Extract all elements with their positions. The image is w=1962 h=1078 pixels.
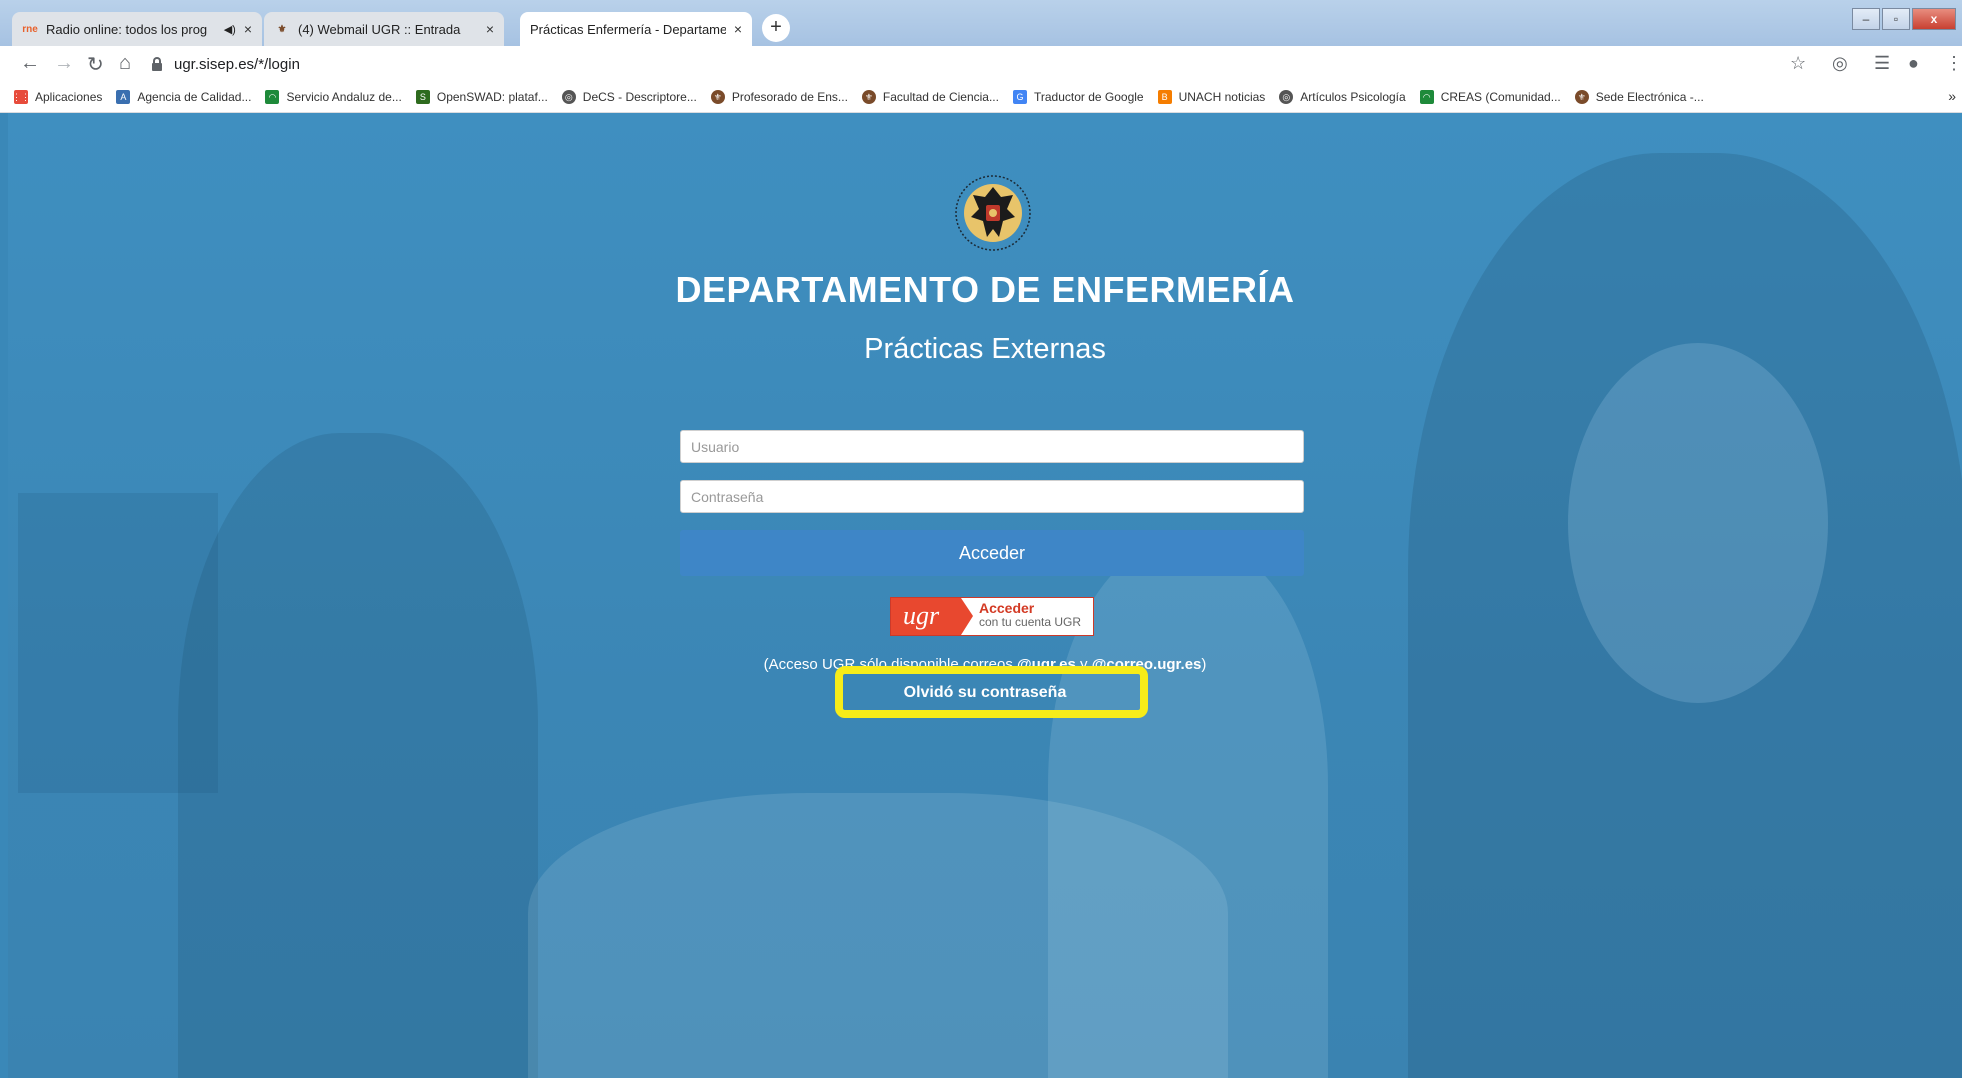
close-icon[interactable]: × <box>486 21 494 37</box>
bookmark-item[interactable]: ⚜ Profesorado de Ens... <box>710 90 848 104</box>
bookmark-item[interactable]: ⋮⋮ Aplicaciones <box>12 90 102 104</box>
nurse-silhouette-left <box>178 433 538 1078</box>
extension-icon[interactable]: ◎ <box>1832 53 1848 74</box>
tab-radio-online[interactable]: rne Radio online: todos los prog ◀︎) × <box>12 12 262 46</box>
bookmark-item[interactable]: ◎ Artículos Psicología <box>1279 90 1406 104</box>
back-arrow-icon[interactable]: ← <box>20 52 40 75</box>
ugr-login-line2: con tu cuenta UGR <box>979 615 1082 629</box>
maximize-icon[interactable]: ▫ <box>1882 8 1910 30</box>
junta-andalucia-icon: ◠ <box>1419 90 1434 104</box>
tab-webmail-ugr[interactable]: ⚜ (4) Webmail UGR :: Entrada × <box>264 12 504 46</box>
ugr-crest-icon: ⚜ <box>710 90 725 104</box>
blogger-icon: B <box>1157 90 1172 104</box>
profile-icon[interactable]: ● <box>1908 53 1919 74</box>
bookmark-item[interactable]: ⚜ Facultad de Ciencia... <box>861 90 999 104</box>
reading-list-icon[interactable]: ☰ <box>1874 53 1890 74</box>
google-translate-icon: G <box>1012 90 1027 104</box>
browser-title-bar: rne Radio online: todos los prog ◀︎) × ⚜… <box>0 0 1962 46</box>
bookmark-item[interactable]: ◠ Servicio Andaluz de... <box>265 90 402 104</box>
tab-title: (4) Webmail UGR :: Entrada <box>298 21 461 37</box>
address-bar[interactable]: ugr.sisep.es/*/login <box>152 51 1782 78</box>
apps-grid-icon: ⋮⋮ <box>12 90 30 104</box>
bookmark-item[interactable]: B UNACH noticias <box>1157 90 1265 104</box>
tab-practicas-enfermeria[interactable]: Prácticas Enfermería - Departame × <box>520 12 752 46</box>
forgot-password-link[interactable]: Olvidó su contraseña <box>8 684 1962 702</box>
patient-bed <box>528 793 1228 1078</box>
close-icon[interactable]: × <box>244 21 252 37</box>
minimize-icon[interactable]: – <box>1852 8 1880 30</box>
bookmark-item[interactable]: ⚜ Sede Electrónica -... <box>1574 90 1704 104</box>
bookmark-item[interactable]: A Agencia de Calidad... <box>116 90 251 104</box>
browser-toolbar: ← → ↻ ⌂ ugr.sisep.es/*/login ☆ ◎ ☰ ● ⋮ <box>0 46 1962 82</box>
bookmarks-bar: ⋮⋮ Aplicaciones A Agencia de Calidad... ◠ S… <box>0 82 1962 113</box>
menu-kebab-icon[interactable]: ⋮ <box>1945 53 1962 74</box>
page-subtitle: Prácticas Externas <box>864 333 1106 365</box>
nurse-face <box>1568 343 1828 703</box>
bookmark-item[interactable]: S OpenSWAD: plataf... <box>415 90 548 104</box>
page-title: DEPARTAMENTO DE ENFERMERÍA <box>675 269 1295 310</box>
swad-icon: S <box>415 90 430 104</box>
globe-icon: ◎ <box>1279 90 1294 104</box>
agency-icon: A <box>116 90 131 104</box>
bookmarks-overflow-button[interactable]: » <box>1948 88 1956 104</box>
forward-arrow-icon[interactable]: → <box>54 52 74 75</box>
ugr-crest-icon: ⚜ <box>277 23 287 35</box>
password-input[interactable] <box>680 480 1304 513</box>
ugr-login-text: Acceder con tu cuenta UGR <box>979 598 1081 635</box>
ugr-logo: ugr <box>891 598 973 635</box>
ugr-access-note: (Acceso UGR sólo disponible correos @ugr… <box>763 656 1207 673</box>
bookmark-item[interactable]: ◠ CREAS (Comunidad... <box>1419 90 1561 104</box>
university-crest-logo <box>955 175 1031 251</box>
ugr-login-line1: Acceder <box>979 600 1035 616</box>
rne-favicon-icon: rne <box>22 23 38 35</box>
ugr-login-button[interactable]: ugr Acceder con tu cuenta UGR <box>890 597 1094 636</box>
login-submit-button[interactable]: Acceder <box>680 530 1304 576</box>
speaker-icon[interactable]: ◀︎) <box>224 23 236 36</box>
ugr-crest-icon: ⚜ <box>861 90 876 104</box>
username-input[interactable] <box>680 430 1304 463</box>
url-text: ugr.sisep.es/*/login <box>174 56 300 73</box>
home-icon[interactable]: ⌂ <box>119 52 131 75</box>
lock-icon <box>152 56 162 71</box>
bookmark-item[interactable]: G Traductor de Google <box>1012 90 1144 104</box>
close-icon[interactable]: × <box>734 21 742 37</box>
close-window-icon[interactable]: x <box>1912 8 1956 30</box>
new-tab-button[interactable]: + <box>762 14 790 42</box>
login-page: DEPARTAMENTO DE ENFERMERÍA Prácticas Ext… <box>8 113 1962 1078</box>
junta-andalucia-icon: ◠ <box>265 90 280 104</box>
globe-icon: ◎ <box>561 90 576 104</box>
tab-title: Radio online: todos los prog <box>46 21 208 37</box>
reload-icon[interactable]: ↻ <box>87 52 104 77</box>
bookmark-item[interactable]: ◎ DeCS - Descriptore... <box>561 90 697 104</box>
background-photo <box>8 113 1962 1078</box>
window-controls: – ▫ x <box>1850 8 1956 30</box>
bookmark-star-icon[interactable]: ☆ <box>1790 53 1806 74</box>
medical-equipment <box>18 493 218 793</box>
tab-title: Prácticas Enfermería - Departame <box>530 21 726 37</box>
ugr-crest-icon: ⚜ <box>1574 90 1589 104</box>
